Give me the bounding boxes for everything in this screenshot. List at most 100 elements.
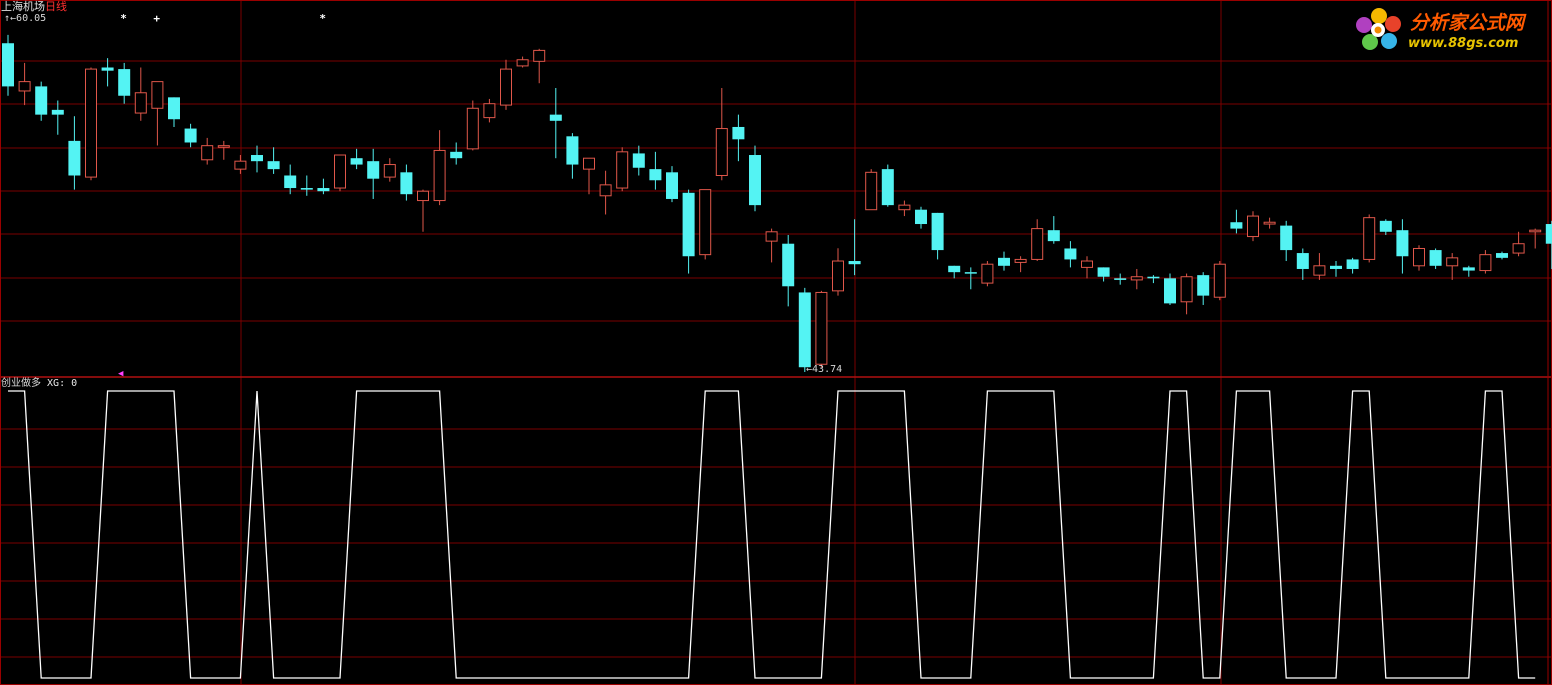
logo-url: www.88gs.com	[1408, 36, 1519, 51]
candle-body	[234, 160, 247, 170]
candle-body	[1379, 220, 1392, 232]
candle-body	[367, 161, 380, 179]
candle-body	[1429, 250, 1442, 266]
candle-body	[616, 151, 629, 189]
candle-body	[68, 140, 81, 176]
candle-body	[1346, 259, 1359, 269]
candle-body	[782, 243, 795, 287]
candle-body	[450, 151, 463, 159]
candle-body	[798, 292, 811, 368]
candle-body	[815, 291, 828, 365]
candle-body	[1064, 248, 1077, 260]
candle-body	[533, 49, 546, 62]
candle-body	[1164, 278, 1176, 304]
flower-logo-icon	[1356, 8, 1401, 50]
candle-body	[18, 81, 31, 92]
candle-body	[832, 260, 844, 292]
candle-body	[1197, 275, 1210, 296]
candle-body	[1545, 224, 1552, 244]
candle-body	[217, 145, 230, 148]
candle-body	[35, 86, 48, 115]
candle-body	[666, 172, 678, 199]
candle-body	[1529, 229, 1542, 233]
candle-body	[583, 157, 595, 170]
candle-body	[267, 161, 280, 170]
signal-marker: *	[120, 12, 127, 25]
candle-body	[1180, 276, 1193, 303]
candle-body	[300, 188, 313, 190]
candle-body	[1230, 222, 1243, 229]
candle-body	[931, 212, 944, 251]
candle-body	[964, 272, 977, 274]
candle-body	[765, 231, 778, 242]
candle-body	[732, 126, 745, 140]
candle-body	[1462, 267, 1475, 271]
candle-body	[1047, 230, 1060, 242]
candle-body	[350, 158, 363, 165]
candle-body	[400, 172, 413, 195]
candle-body	[1479, 254, 1492, 272]
candle-body	[51, 109, 64, 115]
candle-body	[649, 169, 662, 181]
candle-body	[1031, 228, 1044, 260]
candle-body	[699, 189, 712, 256]
candle-body	[682, 192, 695, 257]
signal-marker: *	[319, 12, 326, 25]
chart-border	[0, 0, 1552, 685]
candle-body	[334, 154, 346, 189]
candle-body	[1396, 230, 1409, 257]
site-logo: 分析家公式网 www.88gs.com	[1352, 4, 1548, 56]
candle-body	[118, 69, 131, 96]
period-label: 日线	[45, 0, 67, 13]
candle-body	[915, 209, 927, 225]
candle-body	[1263, 221, 1276, 225]
arrow-icon: ↑←	[4, 13, 17, 24]
cursor-marker-icon: ◀	[118, 369, 124, 379]
candle-body	[599, 184, 612, 197]
candle-body	[948, 265, 961, 273]
candle-body	[749, 155, 761, 206]
candle-body	[466, 107, 479, 150]
candle-body	[1296, 253, 1309, 269]
candle-body	[981, 263, 994, 284]
candle-body	[1147, 276, 1160, 279]
candle-body	[1014, 258, 1027, 263]
candle-body	[1330, 265, 1342, 269]
candle-body	[1280, 225, 1293, 251]
candle-body	[433, 149, 446, 202]
candle-body	[500, 68, 512, 106]
high-price-marker: ↑←60.05	[4, 13, 46, 25]
stock-chart[interactable]: * + * 上海机场日线 ↑←60.05 ←43.74 创业做多 XG: 0 ◀ 分…	[0, 0, 1552, 685]
candle-body	[417, 190, 429, 202]
candle-body	[998, 257, 1010, 266]
candle-body	[1446, 257, 1459, 267]
candle-body	[168, 97, 180, 120]
candle-body	[1130, 276, 1143, 281]
candle-body	[1213, 263, 1226, 298]
candle-body	[848, 261, 861, 265]
candle-body	[549, 114, 562, 121]
signal-marker: +	[153, 12, 160, 25]
candle-body	[317, 188, 330, 192]
candle-body	[1097, 267, 1110, 277]
candle-body	[251, 155, 263, 162]
chart-canvas[interactable]: * + *	[0, 0, 1552, 685]
candle-body	[2, 43, 14, 87]
candle-body	[151, 81, 164, 109]
candle-body	[483, 103, 496, 119]
candle-body	[85, 68, 97, 178]
candle-body	[1313, 265, 1326, 276]
candle-body	[383, 164, 396, 178]
candle-body	[1512, 243, 1525, 254]
candle-body	[632, 153, 645, 168]
candle-body	[1413, 247, 1425, 267]
logo-text: 分析家公式网	[1410, 12, 1525, 34]
high-price-label: 60.05	[16, 13, 47, 24]
candle-body	[1363, 217, 1376, 260]
xg-signal-line	[8, 390, 1536, 679]
stock-title: 上海机场日线	[1, 1, 67, 13]
low-price-label: 43.74	[812, 364, 843, 375]
candle-body	[898, 204, 911, 211]
indicator-name: 创业做多	[1, 378, 41, 389]
candle-body	[715, 128, 728, 176]
